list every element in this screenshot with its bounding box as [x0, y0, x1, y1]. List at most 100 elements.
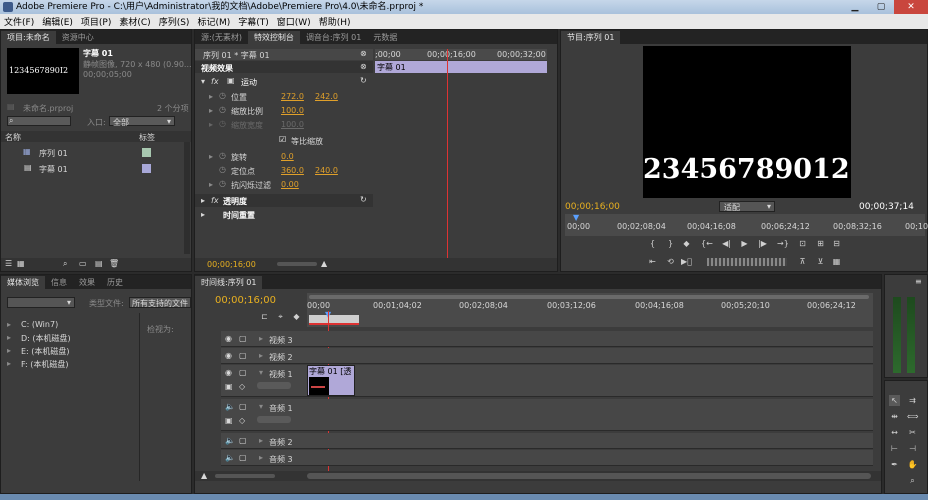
maximize-button[interactable]: ▢ — [868, 0, 894, 14]
timeline-ruler[interactable]: 00;00 00;01;04;02 00;02;08;04 00;03;12;0… — [307, 293, 873, 327]
expand-triangle-icon[interactable]: ▸ — [7, 320, 11, 329]
uniform-scale-checkbox[interactable]: ☑ — [279, 135, 286, 144]
menu-file[interactable]: 文件(F) — [4, 15, 34, 28]
eye-icon[interactable]: ◉ — [225, 334, 232, 343]
expand-triangle-icon[interactable]: ▸ — [259, 453, 263, 462]
lock-icon[interactable]: ▢ — [239, 436, 247, 445]
project-scrollbar[interactable] — [184, 142, 190, 254]
tab-program[interactable]: 节目:序列 01 — [561, 31, 621, 44]
drive-item[interactable]: ▸ D: (本机磁盘) — [7, 332, 133, 344]
rolling-edit-tool-icon[interactable]: ⟺ — [907, 411, 918, 422]
step-back-icon[interactable]: ◀| — [721, 238, 732, 249]
tab-source[interactable]: 源:(无素材) — [195, 31, 248, 44]
motion-icon[interactable]: ▣ — [227, 76, 235, 85]
expand-triangle-icon[interactable]: ▸ — [209, 92, 213, 101]
ripple-edit-tool-icon[interactable]: ⇹ — [889, 411, 900, 422]
timeline-scrollbar[interactable] — [307, 473, 871, 479]
effect-current-time[interactable]: 00;00;16;00 — [207, 260, 256, 269]
loop-icon[interactable]: ⟲ — [665, 256, 676, 267]
expand-triangle-icon[interactable]: ▸ — [7, 359, 11, 368]
export-frame-icon[interactable]: ▦ — [831, 256, 842, 267]
zoom-slider[interactable] — [277, 262, 317, 266]
close-icon[interactable]: ≡ — [915, 277, 922, 286]
expand-triangle-icon[interactable]: ▸ — [201, 196, 205, 205]
tab-effect-controls[interactable]: 特效控制台 — [247, 31, 300, 44]
menu-clip[interactable]: 素材(C) — [119, 15, 150, 28]
property-value[interactable]: 360.0 — [281, 166, 304, 175]
list-item[interactable]: ▤ 字幕 01 — [1, 161, 191, 175]
speaker-icon[interactable]: 🔈 — [225, 453, 235, 462]
stopwatch-icon[interactable]: ◷ — [219, 165, 226, 174]
keyframe-display-icon[interactable]: ▣ — [225, 382, 233, 391]
tab-info[interactable]: 信息 — [45, 276, 73, 289]
keyframe-icon[interactable]: ◇ — [239, 382, 245, 391]
drive-item[interactable]: ▸ F: (本机磁盘) — [7, 358, 133, 370]
list-view-icon[interactable]: ☰ — [5, 259, 12, 268]
trim-monitor-icon[interactable]: ⊟ — [831, 238, 842, 249]
lock-icon[interactable]: ▢ — [239, 334, 247, 343]
effect-clip-bar[interactable]: 字幕 01 — [375, 61, 547, 73]
linked-selection-icon[interactable]: ⌖ — [275, 311, 286, 322]
expand-triangle-icon[interactable]: ▸ — [7, 346, 11, 355]
zoom-select[interactable]: 适配 ▾ — [719, 201, 775, 212]
menu-marker[interactable]: 标记(M) — [197, 15, 230, 28]
menu-title[interactable]: 字幕(T) — [238, 15, 269, 28]
mark-out-icon[interactable]: } — [665, 238, 676, 249]
hand-tool-icon[interactable]: ✋ — [907, 459, 918, 470]
stopwatch-icon[interactable]: ◷ — [219, 91, 226, 100]
effect-playhead[interactable] — [447, 49, 448, 259]
tab-metadata[interactable]: 元数据 — [367, 31, 403, 44]
lock-icon[interactable]: ▢ — [239, 368, 247, 377]
expand-triangle-icon[interactable]: ▸ — [209, 106, 213, 115]
search-input[interactable]: ⌕ — [7, 116, 71, 126]
expand-triangle-icon[interactable]: ▾ — [259, 368, 263, 377]
title-clip[interactable]: 字幕 01 [透 — [307, 365, 355, 396]
motion-row[interactable]: ▾ fx ▣ 运动 ↻ — [195, 75, 373, 88]
play-in-to-out-icon[interactable]: ▶⃝ — [681, 256, 692, 267]
expand-triangle-icon[interactable]: ▸ — [259, 334, 263, 343]
zoom-out-icon[interactable]: ▲ — [201, 471, 207, 480]
lock-icon[interactable]: ▢ — [239, 351, 247, 360]
property-value[interactable]: 0.0 — [281, 152, 294, 161]
eye-icon[interactable]: ◉ — [225, 368, 232, 377]
eye-icon[interactable]: ◉ — [225, 351, 232, 360]
new-item-icon[interactable]: ▤ — [95, 259, 103, 268]
lock-icon[interactable]: ▢ — [239, 402, 247, 411]
selection-tool-icon[interactable]: ↖ — [889, 395, 900, 406]
effect-ruler[interactable]: ;00;00 00;00;16;00 00;00;32;00 — [375, 49, 547, 60]
expand-triangle-icon[interactable]: ▸ — [209, 152, 213, 161]
path-select[interactable]: ▾ — [7, 297, 75, 308]
property-value[interactable]: 240.0 — [315, 166, 338, 175]
col-label[interactable]: 标签 — [139, 132, 155, 143]
playhead-icon[interactable]: ▼ — [573, 213, 579, 222]
speaker-icon[interactable]: 🔈 — [225, 402, 235, 411]
time-remap-row[interactable]: ▸ 时间重置 — [195, 208, 373, 221]
lift-icon[interactable]: ⊼ — [797, 256, 808, 267]
slide-tool-icon[interactable]: ⊣ — [907, 443, 918, 454]
opacity-row[interactable]: ▸ fx 透明度 ↻ — [195, 194, 373, 207]
keyframe-icon[interactable]: ◇ — [239, 416, 245, 425]
drive-item[interactable]: ▸ E: (本机磁盘) — [7, 345, 133, 357]
work-area-bar[interactable] — [309, 315, 359, 323]
snap-icon[interactable]: ⊏ — [259, 311, 270, 322]
expand-triangle-icon[interactable]: ▸ — [201, 210, 205, 219]
keyframe-display-icon[interactable]: ▣ — [225, 416, 233, 425]
speaker-icon[interactable]: 🔈 — [225, 436, 235, 445]
tab-timeline[interactable]: 时间线:序列 01 — [195, 276, 263, 289]
tab-history[interactable]: 历史 — [101, 276, 129, 289]
close-icon[interactable]: ⊗ — [360, 62, 367, 71]
list-item[interactable]: ▦ 序列 01 — [1, 145, 191, 159]
property-value[interactable]: 100.0 — [281, 106, 304, 115]
razor-tool-icon[interactable]: ✂ — [907, 427, 918, 438]
timeline-zoom-bar[interactable] — [309, 295, 869, 299]
play-icon[interactable]: ▶ — [739, 238, 750, 249]
tab-media-browser[interactable]: 媒体浏览 — [1, 276, 45, 289]
jog-shuttle[interactable] — [707, 258, 787, 266]
tab-resource-center[interactable]: 资源中心 — [56, 31, 100, 44]
minimize-button[interactable]: ▁ — [842, 0, 868, 14]
track-select-tool-icon[interactable]: ⇉ — [907, 395, 918, 406]
stopwatch-icon[interactable]: ◷ — [219, 151, 226, 160]
expand-triangle-icon[interactable]: ▸ — [259, 351, 263, 360]
fx-icon[interactable]: fx — [211, 77, 219, 86]
safe-margins-icon[interactable]: ⊡ — [797, 238, 808, 249]
